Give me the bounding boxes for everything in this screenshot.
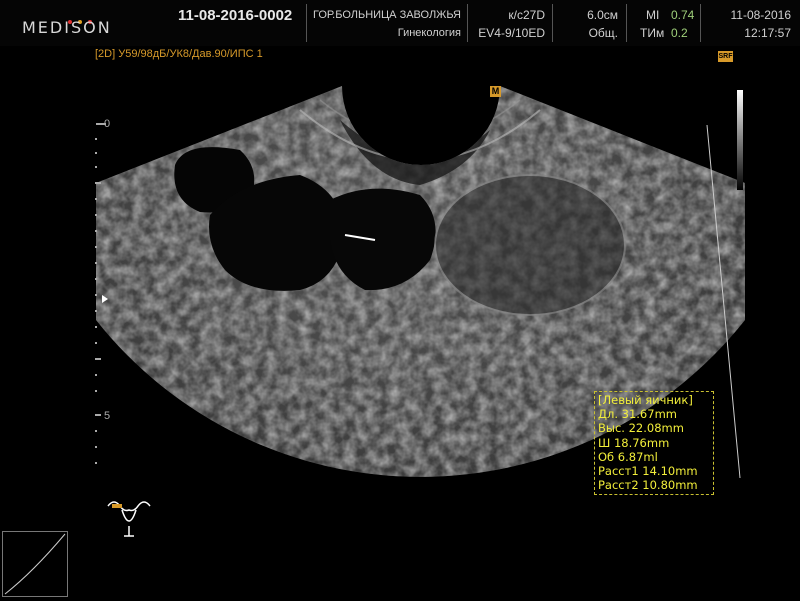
- orientation-marker: M: [490, 86, 501, 97]
- grayscale-bar: [737, 90, 743, 190]
- focus-marker[interactable]: [102, 295, 108, 303]
- measurement-dist2: Расст2 10.80mm: [598, 478, 698, 493]
- measurement-title: [Левый яичник]: [598, 393, 693, 407]
- measurement-height: Выс. 22.08mm: [598, 421, 684, 436]
- uterus-bodymarker-icon: [107, 501, 151, 537]
- depth-label-5: 5: [104, 410, 111, 422]
- measurement-dist1: Расст1 14.10mm: [598, 464, 698, 479]
- measurement-panel: [Левый яичник] Дл. 31.67mm Выс. 22.08mm …: [594, 391, 714, 496]
- depth-label-0: 0: [104, 118, 111, 130]
- gamma-curve-icon: [4, 533, 66, 595]
- measurement-width: Ш 18.76mm: [598, 435, 670, 450]
- measurement-length: Дл. 31.67mm: [598, 407, 677, 422]
- gamma-curve: [2, 531, 68, 597]
- measurement-volume: Об 6.87ml: [598, 449, 658, 464]
